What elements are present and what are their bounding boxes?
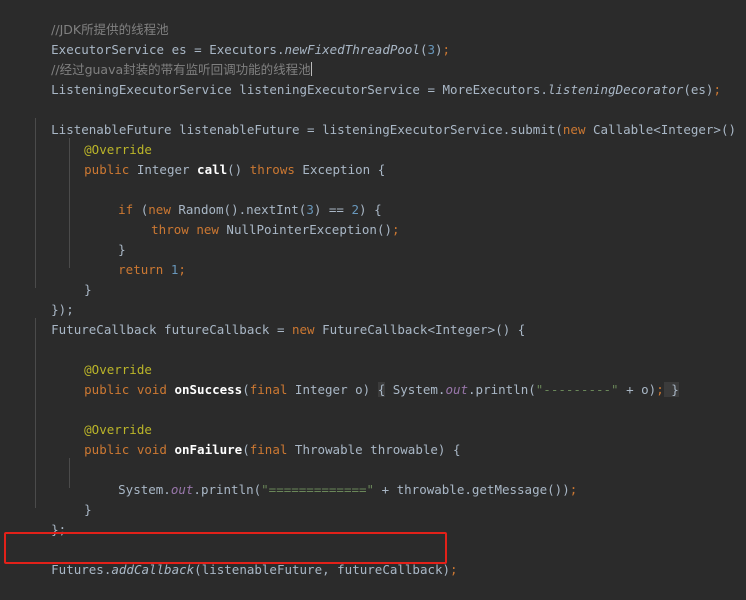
field-out: out bbox=[170, 482, 194, 497]
field-out: out bbox=[445, 382, 469, 397]
method-decl-onfailure: onFailure bbox=[166, 442, 243, 457]
keyword-throw: throw bbox=[151, 222, 189, 237]
keyword-new: new bbox=[562, 122, 586, 137]
keyword-final: final bbox=[249, 442, 288, 457]
code-line-3[interactable]: //经过guava封装的带有监听回调功能的线程池 bbox=[0, 40, 312, 77]
keyword-throws: throws bbox=[249, 162, 295, 177]
code-line-6[interactable]: ListenableFuture listenableFuture = list… bbox=[0, 100, 736, 137]
code-line-13[interactable]: return 1; bbox=[0, 240, 186, 277]
keyword-return: return bbox=[118, 262, 164, 277]
code-line-4[interactable]: ListeningExecutorService listeningExecut… bbox=[0, 60, 721, 97]
code-line-2[interactable]: ExecutorService es = Executors.newFixedT… bbox=[0, 20, 450, 57]
code-line-26[interactable]: }; bbox=[0, 500, 66, 537]
params-throwable: Throwable throwable) { bbox=[287, 442, 461, 457]
code-line-8[interactable]: public Integer call() throws Exception { bbox=[0, 140, 385, 177]
type-listeningexecutorservice: ListeningExecutorService listeningExecut… bbox=[51, 82, 428, 97]
code-line-22[interactable]: public void onFailure(final Throwable th… bbox=[0, 420, 460, 457]
code-line-20-blank bbox=[0, 380, 14, 400]
class-system: System. bbox=[385, 382, 446, 397]
semicolon: ; bbox=[450, 562, 458, 577]
brace-close: } bbox=[84, 502, 92, 517]
code-editor-pane[interactable]: //JDK所提供的线程池 ExecutorService es = Execut… bbox=[0, 0, 746, 577]
params-integer-o: Integer o) bbox=[287, 382, 378, 397]
paren-close: ) bbox=[435, 42, 443, 57]
method-listeningdecorator: listeningDecorator bbox=[547, 82, 684, 97]
type-futurecallback: FutureCallback futureCallback bbox=[51, 322, 277, 337]
class-system: System. bbox=[118, 482, 171, 497]
method-println: .println( bbox=[193, 482, 262, 497]
concat-getmessage: + throwable.getMessage()) bbox=[374, 482, 570, 497]
code-line-15[interactable]: }); bbox=[0, 280, 74, 317]
paren-open: ( bbox=[242, 442, 250, 457]
paren-open: ( bbox=[555, 122, 563, 137]
string-dashes: "---------" bbox=[535, 382, 619, 397]
code-line-9-blank bbox=[0, 160, 14, 180]
code-line-16[interactable]: FutureCallback futureCallback = new Futu… bbox=[0, 300, 525, 337]
code-line-24[interactable]: System.out.println("=============" + thr… bbox=[0, 460, 577, 497]
anon-class-close: }; bbox=[51, 522, 67, 537]
semicolon: ; bbox=[392, 222, 400, 237]
paren-open: ( bbox=[242, 382, 250, 397]
brace-open: { bbox=[377, 162, 386, 177]
code-content[interactable]: //JDK所提供的线程池 ExecutorService es = Execut… bbox=[0, 0, 746, 577]
keyword-void: void bbox=[129, 382, 167, 397]
keyword-void: void bbox=[129, 442, 167, 457]
number-1: 1 bbox=[163, 262, 179, 277]
number-3: 3 bbox=[427, 42, 436, 57]
code-line-1[interactable]: //JDK所提供的线程池 bbox=[0, 0, 168, 37]
type-integer: Integer bbox=[129, 162, 198, 177]
brace-close: } bbox=[84, 282, 92, 297]
code-line-12[interactable]: } bbox=[0, 220, 126, 257]
semicolon: ; bbox=[569, 482, 578, 497]
type-callable-integer: Callable<Integer>() bbox=[585, 122, 736, 137]
class-moreexecutors: MoreExecutors. bbox=[442, 82, 548, 97]
code-line-28[interactable]: Futures.addCallback(listenableFuture, fu… bbox=[0, 540, 457, 577]
code-line-10[interactable]: if (new Random().nextInt(3) == 2) { bbox=[0, 180, 381, 217]
code-line-17-blank bbox=[0, 320, 14, 340]
code-line-11[interactable]: throw new NullPointerException(); bbox=[0, 200, 399, 237]
concat-o: + o) bbox=[618, 382, 657, 397]
keyword-new: new bbox=[188, 222, 219, 237]
code-line-25[interactable]: } bbox=[0, 480, 92, 517]
keyword-public: public bbox=[84, 162, 130, 177]
parens: () bbox=[227, 162, 250, 177]
method-decl-call: call bbox=[197, 162, 228, 177]
keyword-public: public bbox=[84, 442, 130, 457]
assign-operator: = bbox=[276, 322, 292, 337]
code-line-23-blank bbox=[0, 440, 14, 460]
semicolon: ; bbox=[713, 82, 721, 97]
code-line-21[interactable]: @Override bbox=[0, 400, 152, 437]
assign-operator: = bbox=[427, 82, 443, 97]
semicolon: ; bbox=[442, 42, 451, 57]
keyword-final: final bbox=[249, 382, 288, 397]
method-println: .println( bbox=[468, 382, 536, 397]
code-line-27-blank bbox=[0, 520, 14, 540]
call-args: (listenableFuture, futureCallback) bbox=[194, 562, 451, 577]
keyword-new: new bbox=[292, 322, 315, 337]
keyword-public: public bbox=[84, 382, 130, 397]
call-args: (es) bbox=[683, 82, 714, 97]
code-line-18[interactable]: @Override bbox=[0, 340, 152, 377]
code-line-19[interactable]: public void onSuccess(final Integer o) {… bbox=[0, 360, 679, 397]
type-futurecallback-integer: FutureCallback<Integer>() { bbox=[314, 322, 526, 337]
string-equals-signs: "=============" bbox=[261, 482, 375, 497]
class-futures: Futures. bbox=[51, 562, 112, 577]
semicolon: ; bbox=[656, 382, 664, 397]
method-decl-onsuccess: onSuccess bbox=[166, 382, 243, 397]
folded-brace-close[interactable]: } bbox=[663, 382, 679, 397]
type-nullpointerexception: NullPointerException() bbox=[218, 222, 392, 237]
semicolon: ; bbox=[178, 262, 186, 277]
code-line-5-blank bbox=[0, 80, 14, 100]
method-addcallback: addCallback bbox=[111, 562, 195, 577]
type-exception: Exception bbox=[294, 162, 378, 177]
code-line-7[interactable]: @Override bbox=[0, 120, 152, 157]
code-line-14[interactable]: } bbox=[0, 260, 92, 297]
